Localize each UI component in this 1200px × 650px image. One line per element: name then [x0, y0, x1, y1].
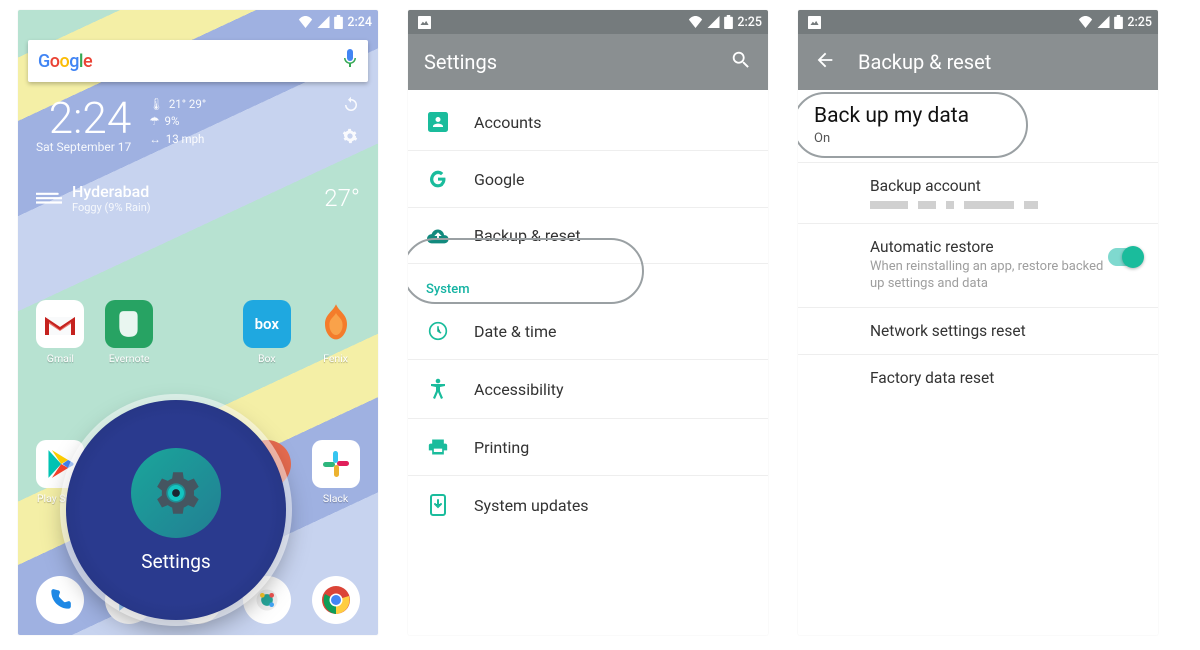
toggle-auto-restore[interactable]: [1108, 248, 1142, 266]
item-network-reset[interactable]: Network settings reset: [798, 308, 1158, 355]
status-bar: 2:25: [408, 10, 768, 34]
screenshot-icon: [418, 16, 431, 29]
print-icon: [426, 437, 450, 457]
home-widgets: 2:24 Sat September 17 🌡21° 29° ☂9% ↔13 m…: [18, 88, 378, 214]
backup-reset-screen: 2:25 Backup & reset Back up my data On B…: [798, 10, 1158, 635]
screenshot-icon: [808, 16, 821, 29]
wifi-icon: [1078, 16, 1093, 28]
section-system: System: [408, 264, 768, 303]
item-backup-reset[interactable]: Backup & reset: [408, 208, 768, 264]
app-slack[interactable]: Slack: [301, 440, 370, 566]
refresh-icon[interactable]: [342, 96, 360, 118]
redacted-account: [870, 201, 1140, 209]
google-logo: Google: [38, 51, 92, 72]
app-header: Backup & reset: [798, 34, 1158, 90]
google-icon: [426, 169, 450, 189]
item-backup-my-data[interactable]: Back up my data On: [798, 90, 1158, 163]
mic-icon[interactable]: [342, 49, 358, 73]
weather-temp: 27°: [324, 184, 360, 212]
app-box[interactable]: box Box: [232, 300, 301, 426]
search-icon[interactable]: [730, 49, 752, 76]
settings-spotlight[interactable]: Settings: [66, 400, 286, 620]
item-printing[interactable]: Printing: [408, 419, 768, 476]
app-fenix[interactable]: Fenix: [301, 300, 370, 426]
accounts-icon: [426, 112, 450, 132]
status-clock: 2:25: [737, 15, 762, 30]
item-date-time[interactable]: Date & time: [408, 303, 768, 360]
item-accounts[interactable]: Accounts: [408, 94, 768, 151]
weather-icon: [36, 185, 62, 211]
google-search-bar[interactable]: Google: [28, 40, 368, 82]
wifi-icon: [688, 16, 703, 28]
thermometer-icon: 🌡: [149, 96, 164, 113]
back-icon[interactable]: [814, 49, 836, 76]
backup-list: Back up my data On Backup account Automa…: [798, 90, 1158, 401]
status-clock: 2:25: [1127, 15, 1152, 30]
item-automatic-restore[interactable]: Automatic restore When reinstalling an a…: [798, 224, 1158, 308]
settings-spotlight-label: Settings: [141, 550, 210, 573]
status-bar: 2:25: [798, 10, 1158, 34]
app-header: Settings: [408, 34, 768, 90]
item-backup-account[interactable]: Backup account: [798, 163, 1158, 224]
status-clock: 2:24: [347, 15, 372, 30]
clock-icon: [426, 321, 450, 341]
screen-title: Backup & reset: [858, 50, 991, 74]
dock-chrome[interactable]: [312, 576, 360, 624]
home-screen: 2:24 Google 2:24 Sat September 17 🌡21° 2…: [18, 10, 378, 635]
settings-screen: 2:25 Settings Accounts Google Backup & r…: [408, 10, 768, 635]
dock-phone[interactable]: [36, 576, 84, 624]
item-accessibility[interactable]: Accessibility: [408, 360, 768, 419]
update-icon: [426, 494, 450, 516]
app-gmail[interactable]: Gmail: [26, 300, 95, 426]
wind-icon: ↔: [149, 131, 161, 148]
item-system-updates[interactable]: System updates: [408, 476, 768, 534]
settings-list: Accounts Google Backup & reset System Da…: [408, 90, 768, 534]
item-google[interactable]: Google: [408, 151, 768, 208]
wifi-icon: [298, 16, 313, 28]
signal-icon: [707, 16, 720, 28]
weather-widget[interactable]: Hyderabad Foggy (9% Rain) 27°: [36, 182, 360, 214]
backup-icon: [426, 227, 450, 245]
battery-icon: [1114, 15, 1123, 29]
item-factory-reset[interactable]: Factory data reset: [798, 355, 1158, 401]
gear-icon: [131, 448, 221, 538]
date-widget: Sat September 17: [36, 140, 131, 154]
clock-widget[interactable]: 2:24: [36, 96, 131, 140]
settings-quick-icon[interactable]: [342, 128, 360, 148]
umbrella-icon: ☂: [149, 113, 159, 130]
accessibility-icon: [426, 378, 450, 400]
weather-mini[interactable]: 🌡21° 29° ☂9% ↔13 mph: [149, 96, 206, 148]
battery-icon: [724, 15, 733, 29]
status-bar: 2:24: [18, 10, 378, 34]
weather-city: Hyderabad: [72, 182, 151, 201]
battery-icon: [334, 15, 343, 29]
weather-condition: Foggy (9% Rain): [72, 201, 151, 214]
screen-title: Settings: [424, 50, 497, 74]
signal-icon: [1097, 16, 1110, 28]
signal-icon: [317, 16, 330, 28]
